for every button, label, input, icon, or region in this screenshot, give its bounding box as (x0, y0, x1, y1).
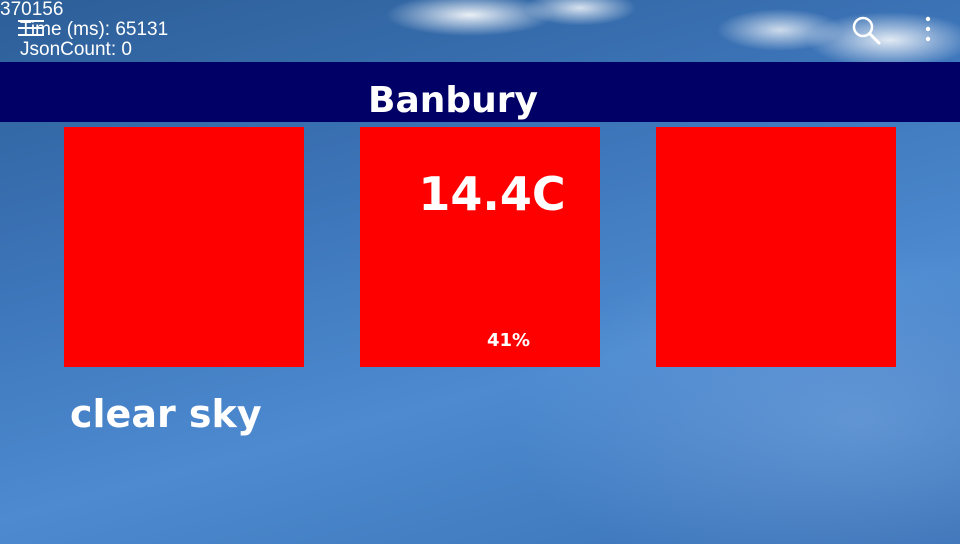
debug-time: Time (ms): 65131 (20, 19, 169, 40)
weather-tile-center: 14.4C 41% (360, 127, 600, 367)
overflow-menu-icon[interactable] (920, 14, 936, 44)
title-bar: Banbury (0, 62, 960, 122)
debug-code: 370156 (0, 0, 64, 20)
weather-tile-left (64, 127, 304, 367)
weather-tile-right (656, 127, 896, 367)
search-icon[interactable] (850, 14, 882, 46)
debug-json-count: JsonCount: 0 (20, 39, 132, 60)
weather-description: clear sky (70, 392, 262, 436)
humidity-label: 41% (487, 330, 531, 351)
temperature-label: 14.4C (418, 167, 566, 221)
